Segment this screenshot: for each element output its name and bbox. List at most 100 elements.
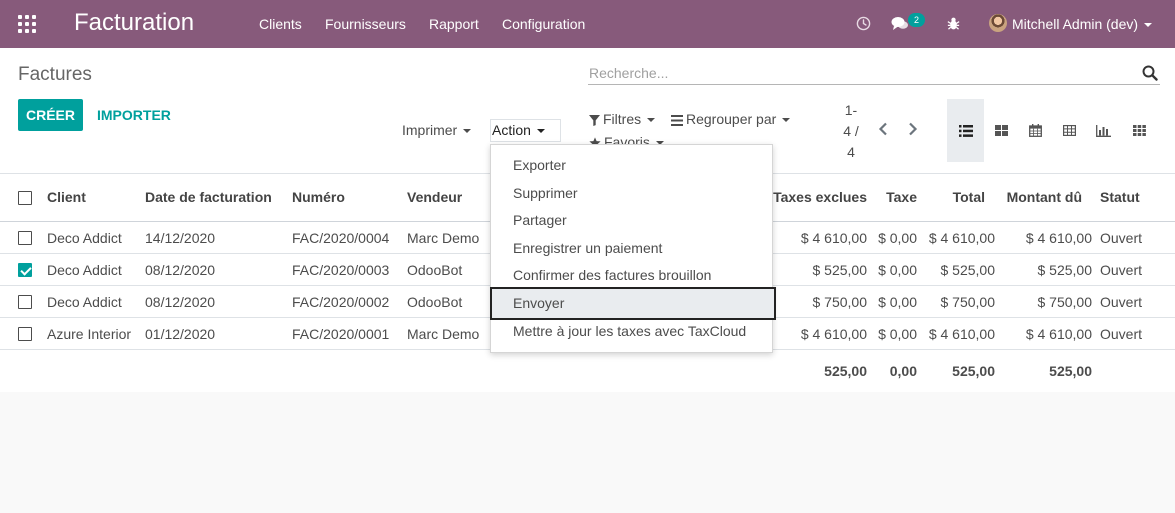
- cell-amount-due: $ 4 610,00: [1025, 230, 1092, 246]
- import-button[interactable]: IMPORTER: [97, 107, 171, 123]
- pivot-view-button[interactable]: [1052, 99, 1086, 162]
- create-button[interactable]: CRÉER: [18, 99, 83, 131]
- column-number[interactable]: Numéro: [292, 189, 345, 205]
- search-bar: [588, 61, 1160, 85]
- activity-view-button[interactable]: [1122, 99, 1156, 162]
- group-by-dropdown[interactable]: Regrouper par: [671, 111, 791, 127]
- pager-line-1: 1-: [844, 102, 858, 118]
- filters-label: Filtres: [603, 111, 642, 127]
- kanban-view-icon: [994, 125, 1008, 136]
- search-icon[interactable]: [1142, 65, 1158, 81]
- action-menu-item[interactable]: Supprimer: [491, 179, 772, 207]
- print-label: Imprimer: [402, 122, 458, 138]
- cell-date: 01/12/2020: [145, 326, 216, 342]
- cell-tax: $ 0,00: [878, 294, 917, 310]
- group-by-bars-icon: [671, 115, 683, 126]
- pager-line-2: 4 /: [843, 123, 859, 139]
- pager-previous-icon[interactable]: [877, 122, 889, 136]
- column-amount-due[interactable]: Montant dû: [995, 189, 1082, 205]
- cell-untaxed: $ 4 610,00: [800, 230, 867, 246]
- action-menu-item[interactable]: Confirmer des factures brouillon: [491, 261, 772, 289]
- action-menu-item[interactable]: Mettre à jour les taxes avec TaxCloud: [491, 317, 772, 345]
- column-total[interactable]: Total: [925, 189, 985, 205]
- menu-rapport[interactable]: Rapport: [429, 16, 479, 32]
- apps-menu-icon[interactable]: [18, 15, 36, 33]
- chat-badge: 2: [908, 13, 925, 27]
- pager-next-icon[interactable]: [907, 122, 919, 136]
- user-menu[interactable]: Mitchell Admin (dev): [1012, 16, 1153, 32]
- column-date[interactable]: Date de facturation: [145, 189, 272, 205]
- cell-salesperson: Marc Demo: [407, 230, 480, 246]
- user-avatar[interactable]: [989, 14, 1007, 32]
- pager-line-3: 4: [847, 144, 855, 160]
- cell-amount-due: $ 525,00: [1037, 262, 1093, 278]
- menu-fournisseurs[interactable]: Fournisseurs: [325, 16, 406, 32]
- chat-icon[interactable]: [891, 16, 909, 32]
- cell-date: 14/12/2020: [145, 230, 216, 246]
- cell-number: FAC/2020/0001: [292, 326, 390, 342]
- print-dropdown[interactable]: Imprimer: [402, 122, 472, 138]
- calendar-view-icon: [1028, 124, 1042, 137]
- activity-view-icon: [1132, 125, 1146, 136]
- filters-dropdown[interactable]: Filtres: [589, 111, 656, 127]
- cell-salesperson: OdooBot: [407, 294, 463, 310]
- cell-amount-due: $ 4 610,00: [1025, 326, 1092, 342]
- cell-date: 08/12/2020: [145, 262, 216, 278]
- cell-untaxed: $ 4 610,00: [800, 326, 867, 342]
- action-dropdown[interactable]: Action: [490, 119, 561, 142]
- total-tax: 0,00: [889, 363, 917, 379]
- user-caret-icon: [1144, 23, 1153, 28]
- list-view-icon: [958, 124, 973, 137]
- pager-value[interactable]: 1- 4 / 4: [836, 100, 866, 163]
- row-checkbox[interactable]: [18, 295, 32, 309]
- select-all-checkbox[interactable]: [18, 191, 32, 205]
- group-by-caret-icon: [782, 118, 791, 123]
- cell-number: FAC/2020/0003: [292, 262, 390, 278]
- debug-bug-icon[interactable]: [946, 16, 961, 31]
- cell-tax: $ 0,00: [878, 262, 917, 278]
- pivot-view-icon: [1062, 125, 1076, 136]
- action-menu-item[interactable]: Exporter: [491, 151, 772, 179]
- menu-configuration[interactable]: Configuration: [502, 16, 585, 32]
- cell-client: Azure Interior: [47, 326, 132, 342]
- table-footer-totals: 525,00 0,00 525,00 525,00: [0, 350, 1175, 392]
- list-view-button[interactable]: [947, 99, 984, 162]
- column-client[interactable]: Client: [47, 189, 86, 205]
- action-menu-item[interactable]: Partager: [491, 206, 772, 234]
- total-amount-due: 525,00: [1049, 363, 1092, 379]
- filters-caret-icon: [647, 118, 656, 123]
- cell-tax: $ 0,00: [878, 326, 917, 342]
- action-menu-item[interactable]: Enregistrer un paiement: [491, 234, 772, 262]
- filter-funnel-icon: [589, 115, 600, 126]
- menu-clients[interactable]: Clients: [259, 16, 302, 32]
- cell-amount-due: $ 750,00: [1037, 294, 1093, 310]
- cell-tax: $ 0,00: [878, 230, 917, 246]
- column-status[interactable]: Statut: [1100, 189, 1140, 205]
- column-tax[interactable]: Taxe: [870, 189, 917, 205]
- column-untaxed[interactable]: Taxes exclues: [760, 189, 867, 205]
- graph-view-button[interactable]: [1086, 99, 1120, 162]
- kanban-view-button[interactable]: [984, 99, 1018, 162]
- cell-client: Deco Addict: [47, 294, 122, 310]
- row-checkbox[interactable]: [18, 327, 32, 341]
- top-navbar: Facturation Clients Fournisseurs Rapport…: [0, 0, 1175, 48]
- cell-status: Ouvert: [1100, 294, 1143, 310]
- action-label: Action: [492, 122, 531, 138]
- activity-clock-icon[interactable]: [856, 16, 871, 31]
- cell-salesperson: Marc Demo: [407, 326, 480, 342]
- calendar-view-button[interactable]: [1018, 99, 1052, 162]
- column-salesperson[interactable]: Vendeur: [407, 189, 462, 205]
- action-caret-icon: [536, 129, 545, 134]
- cell-untaxed: $ 525,00: [812, 262, 868, 278]
- action-menu-item[interactable]: Envoyer: [490, 287, 776, 320]
- cell-total: $ 4 610,00: [928, 326, 995, 342]
- cell-status: Ouvert: [1100, 262, 1143, 278]
- row-checkbox[interactable]: [18, 231, 32, 245]
- row-checkbox[interactable]: [18, 263, 32, 277]
- cell-status: Ouvert: [1100, 326, 1143, 342]
- cell-total: $ 750,00: [940, 294, 996, 310]
- app-brand[interactable]: Facturation: [74, 9, 194, 37]
- search-input[interactable]: [589, 63, 1129, 83]
- cell-untaxed: $ 750,00: [812, 294, 868, 310]
- print-caret-icon: [463, 129, 472, 134]
